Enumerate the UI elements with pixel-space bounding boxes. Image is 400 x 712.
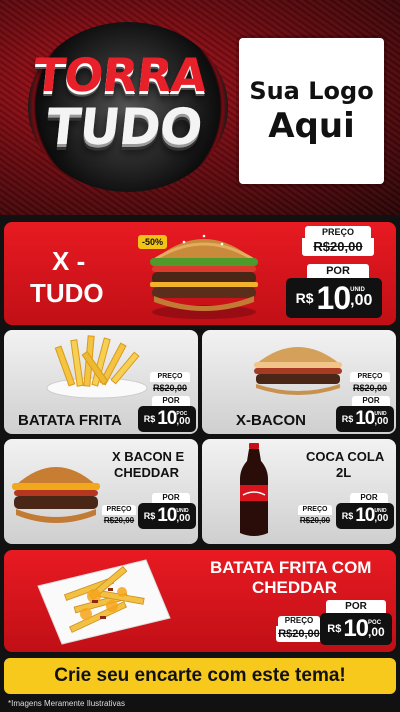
new-price-label: POR bbox=[307, 264, 369, 278]
new-price-box: R$ 10 UNID ,00 bbox=[286, 278, 382, 318]
product-card-coca-cola: COCA COLA 2L PREÇO R$20,00 POR R$ 10 UNI… bbox=[202, 439, 396, 544]
old-price: R$20,00 bbox=[276, 626, 322, 642]
currency-symbol: R$ bbox=[295, 290, 314, 306]
product-name-line2: TUDO bbox=[30, 278, 104, 308]
price-cents-group: POC ,00 bbox=[176, 411, 191, 427]
old-price-label: PREÇO bbox=[298, 505, 332, 515]
fries-cheddar-image bbox=[37, 559, 171, 645]
old-price: R$20,00 bbox=[103, 516, 135, 525]
brand-title-line2: TUDO bbox=[43, 98, 205, 156]
price-cents: ,00 bbox=[350, 292, 373, 309]
product-card-x-bacon: PREÇO R$20,00 X-BACON POR R$ 10 UNID ,00 bbox=[202, 330, 396, 434]
product-name: BATATA FRITA bbox=[18, 412, 122, 429]
product-name-line1: X - bbox=[52, 246, 86, 276]
header-banner: TORRA TUDO Sua Logo Aqui bbox=[0, 0, 400, 215]
currency-symbol: R$ bbox=[143, 511, 156, 521]
currency-symbol: R$ bbox=[341, 414, 354, 424]
old-price: R$20,00 bbox=[352, 383, 388, 393]
product-name-line1: COCA COLA bbox=[306, 449, 385, 464]
new-price-label: POR bbox=[326, 600, 386, 613]
old-price-label: PREÇO bbox=[350, 372, 390, 382]
old-price-label: PREÇO bbox=[102, 505, 136, 515]
price-cents: ,00 bbox=[374, 415, 389, 427]
old-price-label: PREÇO bbox=[305, 226, 371, 238]
old-price-label: PREÇO bbox=[150, 372, 190, 382]
price-integer: 10 bbox=[316, 279, 352, 316]
product-name-line2: CHEDDAR bbox=[252, 578, 337, 597]
old-price: R$20,00 bbox=[302, 238, 374, 256]
product-card-batata-cheddar: BATATA FRITA COM CHEDDAR POR PREÇO R$20,… bbox=[4, 550, 396, 652]
logo-placeholder: Sua Logo Aqui bbox=[239, 38, 384, 184]
new-price-label: POR bbox=[350, 493, 388, 503]
old-price: R$20,00 bbox=[152, 383, 188, 393]
product-card-x-bacon-cheddar: X BACON E CHEDDAR PREÇO R$20,00 POR R$ 1… bbox=[4, 439, 198, 544]
price-cents: ,00 bbox=[176, 415, 191, 427]
burger-x-bacon-image bbox=[254, 347, 342, 395]
price-integer: 10 bbox=[355, 505, 375, 526]
currency-symbol: R$ bbox=[327, 623, 342, 635]
new-price-label: POR bbox=[152, 493, 190, 503]
coca-cola-bottle-image bbox=[240, 443, 268, 536]
price-cents-group: UNID ,00 bbox=[374, 411, 389, 427]
price-cents: ,00 bbox=[374, 512, 389, 524]
new-price-box: R$ 10 UNID ,00 bbox=[336, 503, 394, 529]
product-name-line2: CHEDDAR bbox=[114, 465, 179, 480]
new-price-box: R$ 10 POC ,00 bbox=[138, 406, 196, 432]
price-cents-group: UNID ,00 bbox=[350, 287, 372, 309]
price-cents-group: UNID ,00 bbox=[374, 508, 389, 524]
brand-title-line1: TORRA bbox=[31, 48, 209, 102]
product-name: X-BACON bbox=[236, 412, 306, 429]
price-integer: 10 bbox=[157, 408, 177, 429]
disclaimer-text: *Imagens Meramente Ilustrativas bbox=[8, 699, 125, 708]
new-price-box: R$ 10 UNID ,00 bbox=[336, 406, 394, 432]
product-name-line2: 2L bbox=[336, 465, 352, 480]
product-name-line1: X BACON E bbox=[112, 449, 185, 464]
cta-banner[interactable]: Crie seu encarte com este tema! bbox=[4, 658, 396, 694]
product-name-line1: BATATA FRITA COM bbox=[210, 558, 372, 577]
logo-placeholder-line2: Aqui bbox=[268, 106, 355, 146]
price-cents: ,00 bbox=[176, 512, 191, 524]
burger-x-bacon-cheddar-image bbox=[12, 467, 100, 523]
price-integer: 10 bbox=[157, 505, 177, 526]
price-cents-group: POC ,00 bbox=[368, 620, 385, 638]
product-card-batata-frita: PREÇO R$20,00 BATATA FRITA POR R$ 10 POC… bbox=[4, 330, 198, 434]
product-card-x-tudo: X - TUDO -50% PREÇO R$20,00 POR R$ 10 UN… bbox=[4, 222, 396, 325]
logo-placeholder-line1: Sua Logo bbox=[249, 77, 374, 105]
currency-symbol: R$ bbox=[143, 414, 156, 424]
old-price: R$20,00 bbox=[299, 516, 331, 525]
old-price-label: PREÇO bbox=[278, 616, 320, 626]
fries-image bbox=[46, 335, 148, 399]
price-cents-group: UNID ,00 bbox=[176, 508, 191, 524]
price-integer: 10 bbox=[355, 408, 375, 429]
new-price-label: POR bbox=[352, 396, 390, 406]
new-price-box: R$ 10 UNID ,00 bbox=[138, 503, 196, 529]
price-cents: ,00 bbox=[368, 625, 385, 639]
currency-symbol: R$ bbox=[341, 511, 354, 521]
new-price-label: POR bbox=[152, 396, 190, 406]
discount-badge: -50% bbox=[138, 235, 168, 249]
price-integer: 10 bbox=[343, 615, 369, 642]
new-price-box: R$ 10 POC ,00 bbox=[320, 613, 392, 645]
